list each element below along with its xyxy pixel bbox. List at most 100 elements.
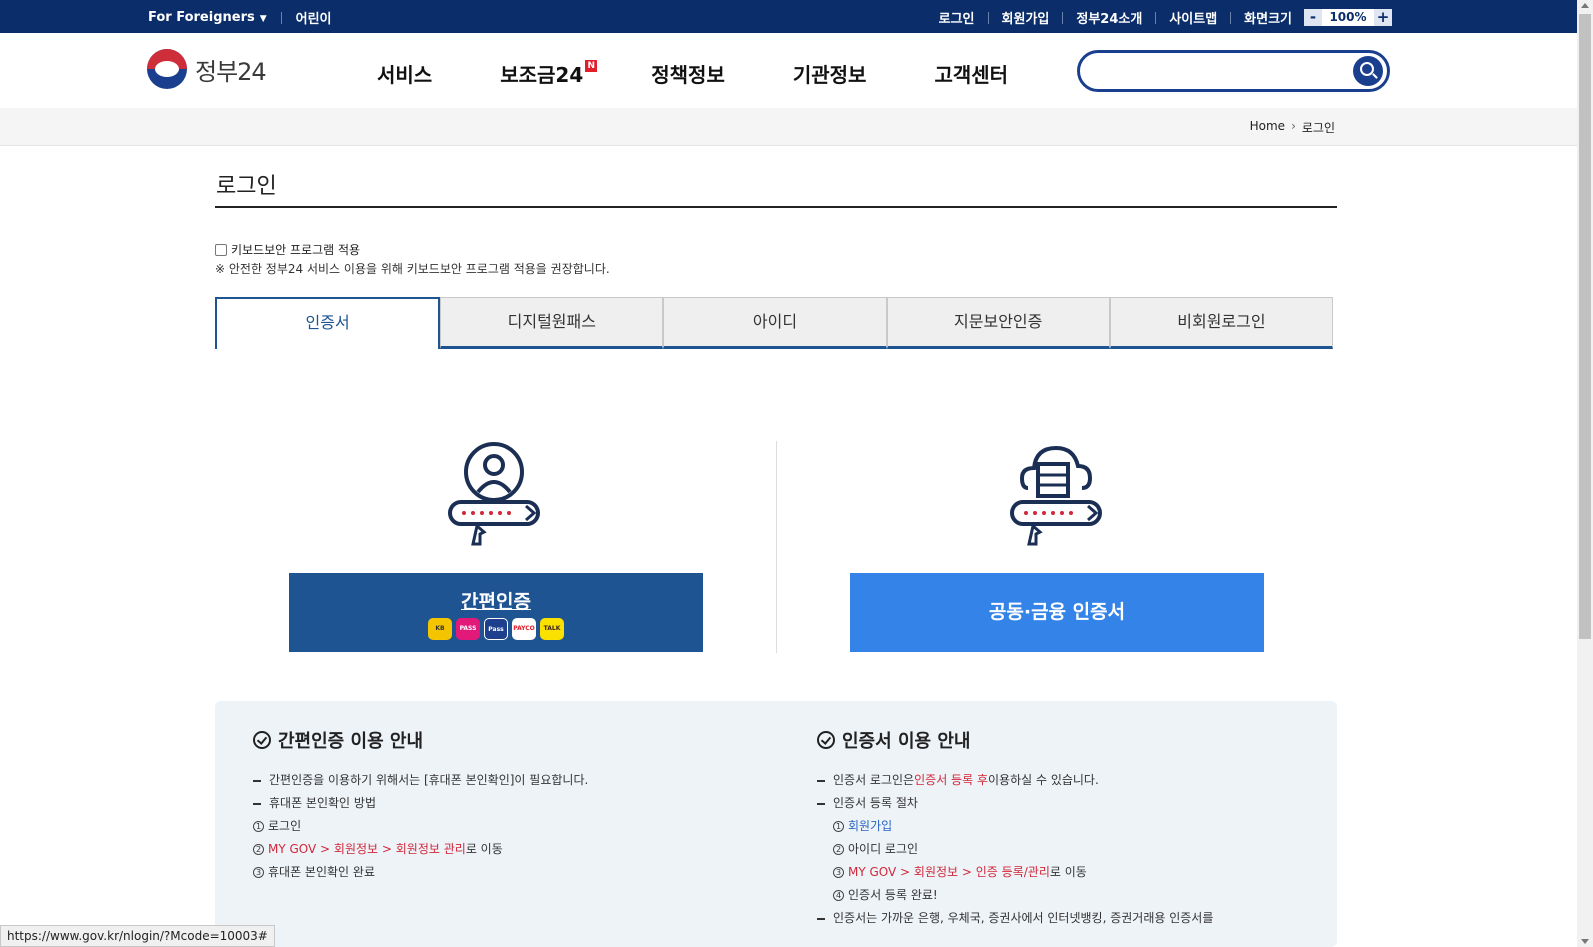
simple-auth-guide: 간편인증 이용 안내 간편인증을 이용하기 위해서는 [휴대폰 본인확인]이 필… [253,727,588,884]
cert-auth-illustration [1002,440,1112,550]
nav-policy[interactable]: 정책정보 [651,59,725,88]
top-sitemap-link[interactable]: 사이트맵 [1169,8,1217,27]
divider [1230,11,1232,24]
zoom-value: 100% [1322,9,1374,26]
cert-guide-title: 인증서 이용 안내 [817,727,1213,753]
keyboard-security-option[interactable]: 키보드보안 프로그램 적용 [215,241,360,258]
guide-step: 2 MY GOV > 회원정보 > 회원정보 관리 로 이동 [253,838,588,861]
nav-agency[interactable]: 기관정보 [793,59,867,88]
simple-auth-button[interactable]: 간편인증 KB PASS Pass PAYCO TALK [289,573,703,652]
tab-digital-onepass[interactable]: 디지털원패스 [440,297,664,349]
guide-line: 간편인증을 이용하기 위해서는 [휴대폰 본인확인]이 필요합니다. [253,769,588,792]
menu-path-link[interactable]: MY GOV > 회원정보 > 인증 등록/관리 [848,861,1050,884]
logo-text: 정부24 [195,57,267,86]
breadcrumb-home[interactable]: Home [1250,119,1285,136]
guide-step: 4 인증서 등록 완료! [817,884,1213,907]
nav-services[interactable]: 서비스 [377,59,432,88]
site-header: 정부24 서비스 보조금24 N 정책정보 기관정보 고객센터 [0,33,1577,108]
top-about-link[interactable]: 정부24소개 [1076,8,1142,27]
login-tabs: 인증서 디지털원패스 아이디 지문보안인증 비회원로그인 [215,297,1334,349]
keyboard-security-label: 키보드보안 프로그램 적용 [231,243,361,257]
menu-path-link[interactable]: MY GOV > 회원정보 > 회원정보 관리 [268,838,466,861]
tab-id[interactable]: 아이디 [663,297,887,349]
signup-link[interactable]: 회원가입 [848,815,892,838]
new-badge: N [585,60,598,72]
guide-line: 인증서 등록 절차 [817,792,1213,815]
for-foreigners-link[interactable]: For Foreigners ▼ [148,10,267,25]
guide-line: 인증서는 가까운 은행, 우체국, 증권사에서 인터넷뱅킹, 증권거래용 인증서… [817,907,1213,930]
dash-icon [253,779,261,782]
step-number: 3 [253,867,264,878]
dash-icon [817,779,825,782]
guide-line: 인증서 로그인은 인증서 등록 후 이용하실 수 있습니다. [817,769,1213,792]
pass-logo-icon: PASS [456,618,480,640]
cert-guide: 인증서 이용 안내 인증서 로그인은 인증서 등록 후 이용하실 수 있습니다.… [817,727,1213,930]
usage-guide-panel: 간편인증 이용 안내 간편인증을 이용하기 위해서는 [휴대폰 본인확인]이 필… [215,701,1337,947]
guide-step: 2 아이디 로그인 [817,838,1213,861]
top-login-link[interactable]: 로그인 [939,8,975,27]
caret-down-icon: ▼ [259,14,267,24]
zoom-out-button[interactable]: - [1304,9,1322,26]
simple-guide-title: 간편인증 이용 안내 [253,727,588,753]
taegeuk-logo-icon [147,49,187,89]
guide-step: 1 회원가입 [817,815,1213,838]
status-bar-url: https://www.gov.kr/nlogin/?Mcode=10003# [0,925,275,947]
dash-icon [253,802,261,805]
step-number: 1 [833,821,844,832]
tab-certificate[interactable]: 인증서 [215,297,441,349]
search-icon-handle [1372,73,1378,79]
divider [1155,11,1157,24]
guide-step: 3 휴대폰 본인확인 완료 [253,861,588,884]
nav-support[interactable]: 고객센터 [934,59,1008,88]
search-box[interactable] [1077,50,1390,92]
provider-logos: KB PASS Pass PAYCO TALK [289,618,703,640]
logo-white-wave [155,61,179,77]
page-title: 로그인 [216,174,277,199]
scrollbar-thumb[interactable] [1579,14,1591,639]
tab-fingerprint[interactable]: 지문보안인증 [886,297,1110,349]
nav-subsidy[interactable]: 보조금24 N [500,59,598,88]
step-number: 2 [833,844,844,855]
main-nav: 서비스 보조금24 N 정책정보 기관정보 고객센터 [377,59,1076,88]
breadcrumb: Home › 로그인 [1250,119,1335,136]
scroll-up-arrow-icon[interactable] [1581,3,1589,8]
cloud-server-icon [1010,445,1102,546]
guide-step: 3 MY GOV > 회원정보 > 인증 등록/관리 로 이동 [817,861,1213,884]
joint-financial-cert-button[interactable]: 공동·금융 인증서 [850,573,1264,652]
vertical-divider [776,441,777,653]
kakao-talk-logo-icon: TALK [540,618,564,640]
keyboard-security-note: ※ 안전한 정부24 서비스 이용을 위해 키보드보안 프로그램 적용을 권장합… [215,262,610,276]
breadcrumb-current: 로그인 [1301,121,1335,135]
guide-step: 1 로그인 [253,815,588,838]
check-circle-icon [253,731,271,749]
top-signup-link[interactable]: 회원가입 [1002,8,1050,27]
divider [1062,11,1064,24]
divider [987,11,989,24]
step-number: 2 [253,844,264,855]
dash-icon [817,802,825,805]
keyboard-security-checkbox[interactable] [215,243,227,256]
simple-auth-illustration [440,440,550,550]
breadcrumb-bar: Home › 로그인 [0,108,1577,146]
zoom-label: 화면크기 [1244,12,1292,27]
search-button[interactable] [1353,56,1383,86]
payco-logo-icon: PAYCO [512,618,536,640]
guide-line: 휴대폰 본인확인 방법 [253,792,588,815]
top-utility-bar: For Foreigners ▼ 어린이 로그인 회원가입 정부24소개 사이트맵… [0,0,1577,33]
top-right-links: 로그인 회원가입 정부24소개 사이트맵 화면크기 - 100% + [939,8,1392,27]
zoom-control: - 100% + [1304,9,1392,26]
check-circle-icon [817,731,835,749]
simple-auth-label: 간편인증 [461,591,531,613]
zoom-in-button[interactable]: + [1374,9,1392,26]
step-number: 3 [833,867,844,878]
samsung-pass-logo-icon: Pass [484,618,508,640]
tab-guest[interactable]: 비회원로그인 [1109,297,1334,349]
chevron-right-icon: › [1291,119,1296,133]
page-scrollbar[interactable] [1577,0,1593,947]
scroll-down-arrow-icon[interactable] [1581,939,1589,944]
site-logo[interactable]: 정부24 [147,49,267,89]
kids-link[interactable]: 어린이 [296,8,332,27]
divider [280,11,282,24]
top-left-links: For Foreigners ▼ 어린이 [148,8,332,27]
title-underline [215,206,1337,208]
